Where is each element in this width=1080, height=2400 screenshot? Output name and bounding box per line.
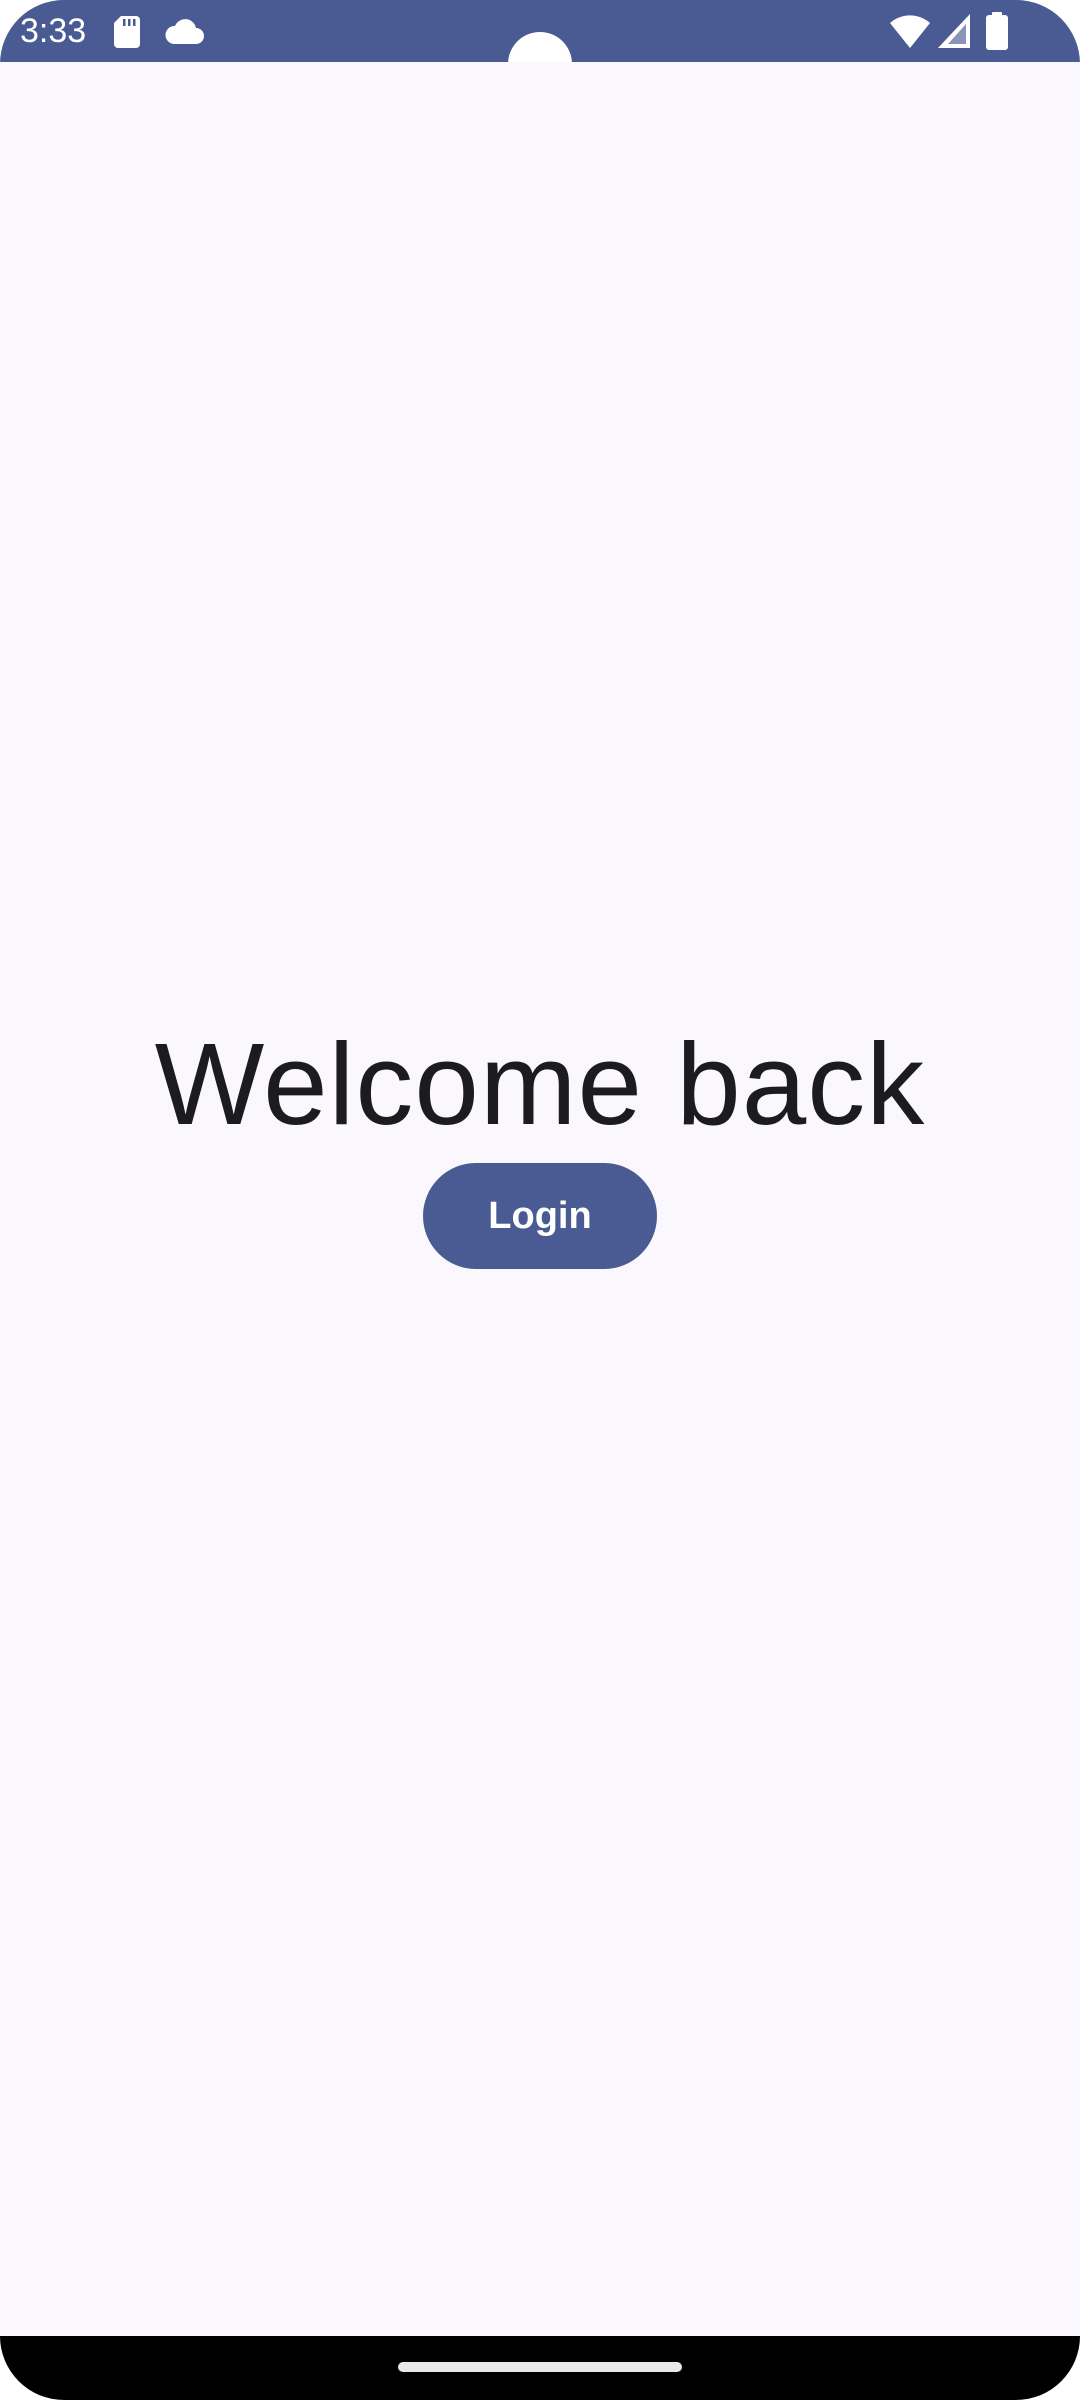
phone-screen: 3:33 Welcome back Login [0,0,1080,2400]
home-indicator[interactable] [398,2362,682,2372]
battery-icon [986,12,1008,50]
login-button[interactable]: Login [423,1163,657,1269]
cellular-signal-icon [938,14,970,48]
status-time: 3:33 [20,12,87,50]
navigation-bar [0,2336,1080,2400]
sd-card-icon [114,16,140,48]
wifi-icon [890,15,930,48]
welcome-title: Welcome back [154,1019,926,1149]
cloud-icon [165,19,204,44]
